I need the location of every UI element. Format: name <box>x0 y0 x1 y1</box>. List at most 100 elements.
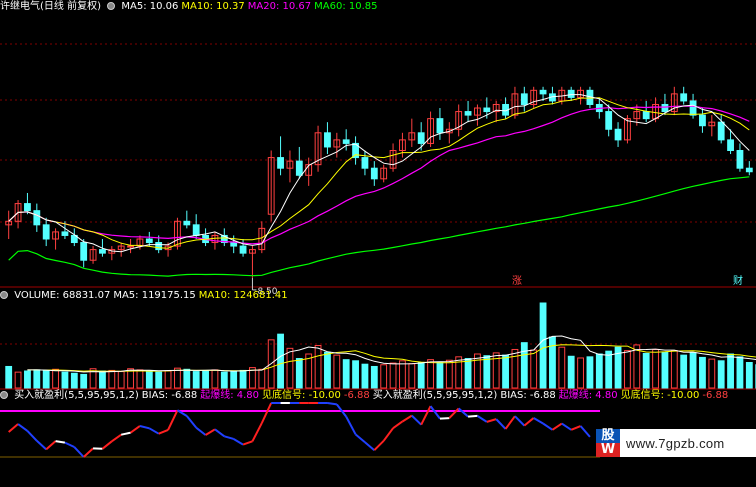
bias-segment <box>561 422 572 431</box>
bias-segment <box>260 402 273 424</box>
indicator-label-8: 见底信号: -10.00 <box>620 390 700 401</box>
volume-bar <box>745 362 753 389</box>
volume-bar <box>727 353 734 389</box>
volume-bar <box>380 364 388 389</box>
volume-bar <box>352 360 359 389</box>
volume-label-1: MA5: 119175.15 <box>113 290 196 301</box>
bias-segment <box>45 440 57 451</box>
volume-bar <box>661 351 669 389</box>
volume-bar <box>520 342 528 389</box>
volume-bar <box>239 369 247 389</box>
candle-body <box>699 114 706 127</box>
bias-segment <box>83 447 94 458</box>
indicator-label-1: BIAS: -6.88 <box>141 390 198 401</box>
indicator-panel-header: 买入就盈利(5,5,95,95,1,2) BIAS: -6.88 起爆线: 4.80… <box>0 389 734 403</box>
stock-chart: 8.50 <box>0 43 756 458</box>
watermark-logo-bottom: W <box>596 443 620 457</box>
bias-segment <box>382 427 394 442</box>
candle-body <box>727 139 734 151</box>
watermark-logo: 股 W <box>596 429 620 457</box>
candle-body <box>436 118 444 134</box>
bias-segment <box>354 433 366 444</box>
bias-segment <box>55 440 66 444</box>
volume-bar <box>399 360 406 389</box>
volume-bar <box>624 350 631 389</box>
candle-body <box>370 167 378 180</box>
bias-segment <box>401 414 413 423</box>
volume-bar <box>474 353 481 389</box>
candle-body <box>61 231 69 236</box>
bias-segment <box>242 440 253 446</box>
candle-body <box>417 132 425 144</box>
volume-bar <box>736 356 744 389</box>
bias-segment <box>17 423 29 432</box>
bias-segment <box>345 416 357 435</box>
candle-body <box>745 167 753 173</box>
bias-segment <box>224 435 234 440</box>
candle-body <box>145 238 153 244</box>
candle-body <box>192 224 200 236</box>
volume-bar <box>211 369 219 389</box>
volume-bar <box>605 350 613 389</box>
volume-bar <box>633 344 641 389</box>
volume-bar <box>408 363 416 389</box>
volume-bar <box>483 355 491 389</box>
volume-bar <box>370 365 378 389</box>
volume-bar <box>539 302 547 389</box>
candle-body <box>483 107 491 113</box>
candle-body <box>80 242 88 261</box>
volume-menu-icon[interactable] <box>0 291 8 299</box>
candle-body <box>42 224 50 240</box>
volume-label-2: MA10: 124681.41 <box>198 290 288 301</box>
indicator-label-6: BIAS: -6.88 <box>500 390 556 401</box>
bias-segment <box>195 426 207 436</box>
candle-body <box>24 203 31 212</box>
volume-bar <box>136 369 144 389</box>
volume-legend: VOLUME: 68831.07 MA5: 119175.15 MA10: 1246… <box>14 290 290 301</box>
volume-bar <box>164 370 172 389</box>
volume-bar <box>52 368 59 389</box>
volume-bar <box>558 346 566 389</box>
volume-bar <box>70 372 78 389</box>
candle-body <box>99 249 106 254</box>
panel-menu-icon[interactable] <box>107 2 116 10</box>
volume-bar <box>99 370 106 389</box>
indicator-label-3: 见底信号: -10.00 <box>262 390 341 401</box>
bias-segment <box>205 428 216 436</box>
candle-body <box>539 89 547 95</box>
candle-body <box>342 139 350 144</box>
volume-bar <box>595 353 603 389</box>
candle-body <box>295 160 303 176</box>
bias-segment <box>120 431 131 436</box>
candle-body <box>33 210 41 226</box>
volume-bar <box>286 347 294 389</box>
bias-segment <box>327 402 337 406</box>
bias-segment <box>448 407 460 419</box>
volume-bar <box>145 370 153 389</box>
bias-segment <box>373 440 385 451</box>
candle-body <box>567 89 575 98</box>
event-badge-finance[interactable]: 财 <box>733 276 743 288</box>
bias-segment <box>129 425 141 434</box>
volume-bar <box>230 370 238 389</box>
candle-body <box>127 245 134 248</box>
volume-bar <box>708 358 716 389</box>
ma-legend: MA5: 10.06 MA10: 10.37 MA20: 10.67 MA60: 10… <box>121 1 380 12</box>
candle-body <box>230 242 238 247</box>
volume-bar <box>699 356 706 389</box>
volume-bar <box>567 355 575 389</box>
bias-segment <box>570 425 581 431</box>
candle-body <box>239 245 247 254</box>
volume-bar <box>24 370 31 389</box>
event-badge-rise[interactable]: 涨 <box>512 276 522 288</box>
bias-segment <box>542 422 553 431</box>
bias-segment <box>158 429 169 435</box>
volume-bar <box>155 371 163 389</box>
volume-bar <box>117 371 125 389</box>
ma-label-2: MA20: 10.67 <box>247 1 312 12</box>
bias-segment <box>533 417 544 425</box>
watermark-url: www.7gpzb.com <box>626 435 725 451</box>
volume-bar <box>436 361 444 389</box>
bias-segment <box>139 425 150 430</box>
indicator-menu-icon[interactable] <box>0 391 8 399</box>
